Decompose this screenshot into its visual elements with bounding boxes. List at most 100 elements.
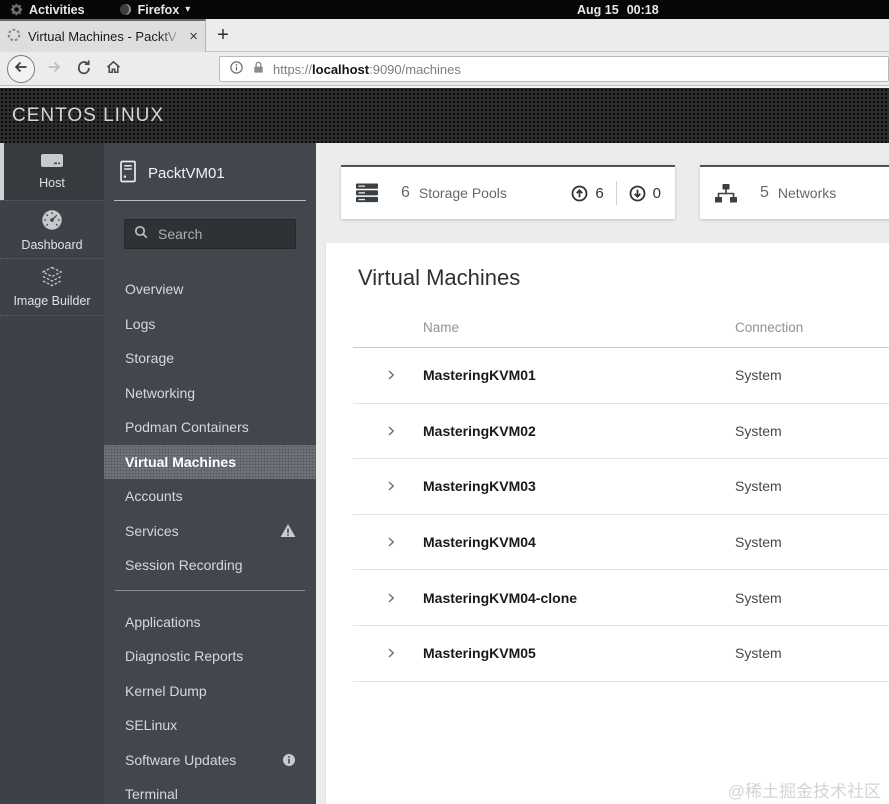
sidebar-item-image-builder[interactable]: Image Builder bbox=[0, 258, 104, 316]
host-header[interactable]: PacktVM01 bbox=[104, 143, 316, 187]
vm-name: MasteringKVM01 bbox=[423, 367, 536, 384]
layers-icon bbox=[39, 266, 65, 288]
table-row[interactable]: MasteringKVM02 System bbox=[353, 404, 889, 460]
nav-item-session-recording[interactable]: Session Recording bbox=[104, 548, 316, 583]
table-header-row: Name Connection bbox=[353, 308, 889, 348]
arrow-down-circle-icon bbox=[629, 185, 646, 202]
table-row[interactable]: MasteringKVM01 System bbox=[353, 348, 889, 404]
networks-card[interactable]: 5 Networks bbox=[700, 165, 889, 219]
lock-icon[interactable] bbox=[251, 60, 266, 78]
sidebar-item-label: Image Builder bbox=[13, 294, 91, 308]
vm-connection: System bbox=[735, 645, 782, 662]
url-scheme: https:// bbox=[273, 61, 313, 77]
vm-connection: System bbox=[735, 367, 782, 384]
nav-item-kernel-dump[interactable]: Kernel Dump bbox=[104, 674, 316, 709]
back-button[interactable] bbox=[7, 55, 35, 83]
server-stack-icon bbox=[355, 182, 379, 204]
nav-item-logs[interactable]: Logs bbox=[104, 307, 316, 342]
browser-tab-bar: Virtual Machines - PacktV × + bbox=[0, 19, 889, 52]
main-content: 6 Storage Pools 6 0 5 Networks Virtual M… bbox=[316, 143, 889, 804]
vm-name: MasteringKVM02 bbox=[423, 422, 536, 439]
nav-item-overview[interactable]: Overview bbox=[104, 272, 316, 307]
secondary-nav-tools-list: Applications Diagnostic Reports Kernel D… bbox=[104, 605, 316, 804]
networks-label: Networks bbox=[777, 185, 837, 201]
nav-item-services[interactable]: Services bbox=[104, 514, 316, 549]
search-input[interactable] bbox=[156, 225, 286, 243]
chevron-right-icon[interactable] bbox=[383, 367, 423, 383]
clock[interactable]: Aug 15 00:18 bbox=[577, 0, 659, 19]
browser-toolbar: https://localhost:9090/machines bbox=[0, 52, 889, 86]
column-header-connection: Connection bbox=[735, 320, 804, 335]
server-icon bbox=[39, 153, 65, 170]
os-banner-title: CENTOS LINUX bbox=[12, 104, 165, 126]
nav-item-storage[interactable]: Storage bbox=[104, 341, 316, 376]
vm-name: MasteringKVM04 bbox=[423, 534, 536, 551]
nav-item-podman-containers[interactable]: Podman Containers bbox=[104, 410, 316, 445]
chevron-right-icon[interactable] bbox=[383, 590, 423, 606]
nav-item-applications[interactable]: Applications bbox=[104, 605, 316, 640]
search-box[interactable] bbox=[124, 219, 296, 249]
secondary-nav-list: Overview Logs Storage Networking Podman … bbox=[104, 272, 316, 583]
app-menu-button[interactable]: Firefox ▾ bbox=[109, 0, 201, 19]
sidebar-item-host[interactable]: Host bbox=[0, 143, 104, 200]
nav-item-diagnostic-reports[interactable]: Diagnostic Reports bbox=[104, 639, 316, 674]
home-icon bbox=[105, 59, 122, 80]
gnome-top-bar: Activities Firefox ▾ Aug 15 00:18 bbox=[0, 0, 889, 19]
primary-sidebar: Host Dashboard Image Builder bbox=[0, 143, 104, 804]
vm-connection: System bbox=[735, 478, 782, 495]
nav-item-accounts[interactable]: Accounts bbox=[104, 479, 316, 514]
caret-down-icon: ▾ bbox=[185, 4, 191, 15]
reload-button[interactable] bbox=[70, 55, 98, 83]
nav-item-selinux[interactable]: SELinux bbox=[104, 708, 316, 743]
nav-item-networking[interactable]: Networking bbox=[104, 376, 316, 411]
sidebar-item-dashboard[interactable]: Dashboard bbox=[0, 200, 104, 258]
activities-label: Activities bbox=[29, 2, 85, 17]
storage-pools-card[interactable]: 6 Storage Pools 6 0 bbox=[341, 165, 675, 219]
warning-icon bbox=[280, 523, 296, 538]
gauge-icon bbox=[40, 208, 64, 232]
active-count[interactable]: 6 bbox=[595, 185, 603, 202]
os-banner: CENTOS LINUX bbox=[0, 88, 889, 143]
network-icon bbox=[714, 183, 738, 204]
vm-name: MasteringKVM05 bbox=[423, 645, 536, 662]
host-header-divider bbox=[114, 200, 306, 201]
forward-button[interactable] bbox=[40, 55, 68, 83]
chevron-right-icon[interactable] bbox=[383, 645, 423, 661]
home-button[interactable] bbox=[99, 55, 127, 83]
table-row[interactable]: MasteringKVM04 System bbox=[353, 515, 889, 571]
url-bar[interactable]: https://localhost:9090/machines bbox=[219, 56, 889, 82]
nav-item-software-updates[interactable]: Software Updates bbox=[104, 743, 316, 778]
clock-date: Aug 15 bbox=[577, 2, 619, 17]
host-name: PacktVM01 bbox=[148, 165, 225, 182]
nav-item-terminal[interactable]: Terminal bbox=[104, 777, 316, 804]
tab-loading-icon bbox=[7, 28, 21, 45]
chevron-right-icon[interactable] bbox=[383, 423, 423, 439]
vm-connection: System bbox=[735, 589, 782, 606]
url-path: :9090/machines bbox=[369, 61, 461, 77]
app-menu-label: Firefox bbox=[137, 2, 180, 17]
new-tab-button[interactable]: + bbox=[206, 19, 240, 52]
clock-time: 00:18 bbox=[626, 2, 659, 17]
vm-table: Name Connection MasteringKVM01 System Ma… bbox=[353, 308, 889, 682]
activities-button[interactable]: Activities bbox=[0, 0, 95, 19]
firefox-icon bbox=[119, 3, 132, 16]
storage-pools-count: 6 bbox=[401, 184, 410, 201]
vm-name: MasteringKVM03 bbox=[423, 478, 536, 495]
screen: Activities Firefox ▾ Aug 15 00:18 Virtua… bbox=[0, 0, 889, 804]
virtual-machines-panel: Virtual Machines Name Connection Masteri… bbox=[326, 243, 889, 804]
chevron-right-icon[interactable] bbox=[383, 478, 423, 494]
table-row[interactable]: MasteringKVM03 System bbox=[353, 459, 889, 515]
page-info-icon[interactable] bbox=[229, 60, 244, 78]
nav-item-virtual-machines[interactable]: Virtual Machines bbox=[104, 444, 316, 479]
browser-tab[interactable]: Virtual Machines - PacktV × bbox=[0, 19, 206, 52]
inactive-count[interactable]: 0 bbox=[653, 185, 661, 202]
vm-connection: System bbox=[735, 422, 782, 439]
nav-divider bbox=[115, 589, 305, 591]
tab-close-icon[interactable]: × bbox=[189, 29, 198, 44]
chevron-right-icon[interactable] bbox=[383, 534, 423, 550]
table-row[interactable]: MasteringKVM04-clone System bbox=[353, 570, 889, 626]
table-row[interactable]: MasteringKVM05 System bbox=[353, 626, 889, 682]
reload-icon bbox=[76, 59, 92, 80]
vm-connection: System bbox=[735, 534, 782, 551]
secondary-sidebar: PacktVM01 Overview Logs Storage Networki… bbox=[104, 143, 316, 804]
